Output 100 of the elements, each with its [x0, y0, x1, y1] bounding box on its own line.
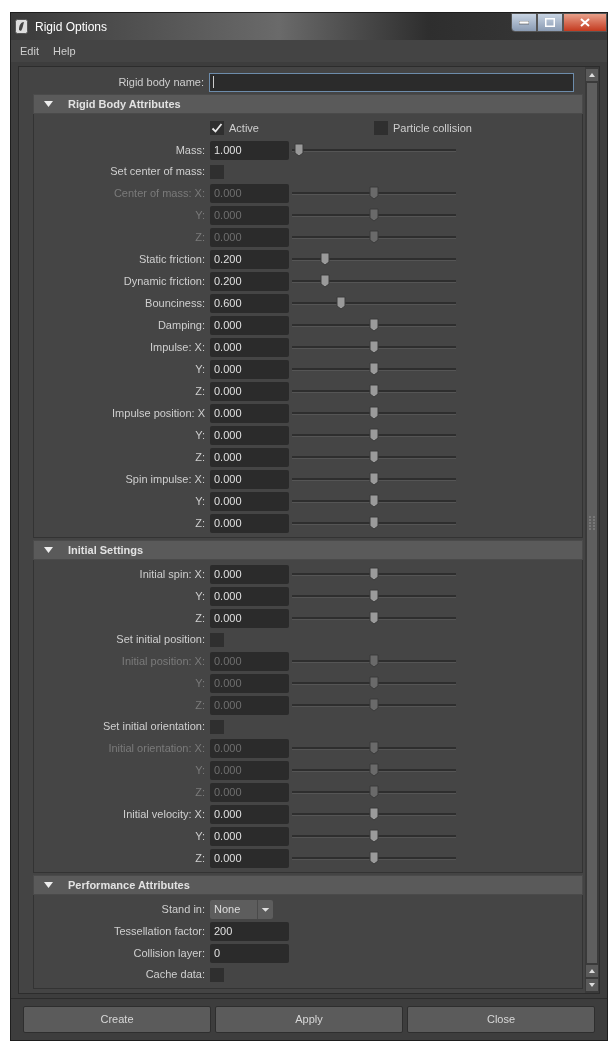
minimize-button[interactable] [511, 13, 537, 32]
field-label: Set initial orientation: [102, 719, 205, 735]
field-label: Y: [195, 361, 205, 377]
number-field[interactable]: 0.000 [210, 513, 289, 533]
field-label: Bounciness: [145, 295, 205, 311]
number-field[interactable]: 0.000 [210, 848, 289, 868]
menu-item[interactable]: Help [52, 42, 76, 60]
number-field[interactable]: 0.000 [210, 403, 289, 423]
slider-thumb[interactable] [293, 143, 304, 157]
field-label: Rigid body name: [118, 74, 204, 90]
field-label: Dynamic friction: [123, 273, 205, 289]
slider-thumb[interactable] [369, 406, 379, 420]
number-field[interactable]: 0.000 [210, 337, 289, 357]
checkbox-label: Particle collision [393, 120, 472, 136]
field-label: Cache data: [145, 967, 205, 983]
slider-thumb[interactable] [369, 340, 379, 354]
slider-thumb[interactable] [369, 428, 379, 442]
number-field[interactable]: 200 [210, 921, 289, 941]
number-field[interactable]: 0.000 [210, 447, 289, 467]
number-field[interactable]: 0.000 [210, 425, 289, 445]
slider-thumb[interactable] [369, 472, 379, 486]
maximize-button[interactable] [537, 13, 563, 32]
field-label: Spin impulse: X: [125, 471, 205, 487]
slider-thumb[interactable] [369, 829, 379, 843]
field-label: Static friction: [138, 251, 205, 267]
field-label: Set center of mass: [110, 164, 205, 180]
scrollbar[interactable] [585, 67, 599, 993]
field-label: Z: [195, 610, 205, 626]
slider-thumb[interactable] [319, 274, 330, 288]
number-field[interactable]: 0.000 [210, 359, 289, 379]
field-label: Y: [195, 493, 205, 509]
slider-thumb[interactable] [369, 851, 379, 865]
field-label: Mass: [175, 142, 205, 158]
checkbox[interactable] [210, 121, 224, 135]
scroll-thumb[interactable] [587, 83, 597, 963]
number-field[interactable]: 0.000 [210, 315, 289, 335]
grip-icon [589, 516, 595, 530]
slider-thumb[interactable] [369, 807, 379, 821]
text-field[interactable] [209, 72, 574, 92]
slider-thumb[interactable] [369, 494, 379, 508]
dialog-button[interactable]: Close [407, 1006, 595, 1033]
scroll-up-icon[interactable] [586, 965, 598, 977]
number-field[interactable]: 0.000 [210, 804, 289, 824]
number-field[interactable]: 0.000 [210, 608, 289, 628]
field-label: Z: [195, 850, 205, 866]
close-button[interactable] [563, 13, 607, 32]
app-icon [15, 19, 28, 34]
section-header[interactable]: Performance Attributes [33, 875, 583, 895]
slider-thumb[interactable] [369, 611, 379, 625]
field-label: Y: [195, 588, 205, 604]
number-field[interactable]: 1.000 [210, 140, 289, 160]
section-header[interactable]: Rigid Body Attributes [33, 94, 583, 114]
number-field[interactable]: 0.000 [210, 469, 289, 489]
field-label: Z: [195, 515, 205, 531]
dialog-button[interactable]: Create [23, 1006, 211, 1033]
number-field[interactable]: 0.200 [210, 271, 289, 291]
number-field[interactable]: 0 [210, 943, 289, 963]
slider-thumb[interactable] [369, 589, 379, 603]
triangle-icon [44, 100, 53, 108]
minimize-icon [519, 20, 529, 25]
field-label: Damping: [157, 317, 205, 333]
field-label: Initial spin: X: [139, 566, 205, 582]
number-field[interactable]: 0.200 [210, 249, 289, 269]
field-label: Collision layer: [133, 945, 205, 961]
dropdown[interactable]: None [210, 899, 273, 919]
slider-thumb[interactable] [319, 252, 330, 266]
field-label: Z: [195, 383, 205, 399]
slider-thumb[interactable] [369, 450, 379, 464]
field-label: Impulse: X: [149, 339, 205, 355]
dialog-button[interactable]: Apply [215, 1006, 403, 1033]
number-field[interactable]: 0.000 [210, 491, 289, 511]
window-title: Rigid Options [35, 18, 108, 36]
field-label: Stand in: [161, 901, 205, 917]
scroll-down-icon[interactable] [586, 979, 598, 991]
field-label: Initial velocity: X: [123, 806, 205, 822]
close-icon [580, 18, 590, 27]
slider-thumb[interactable] [369, 567, 379, 581]
number-field[interactable]: 0.000 [210, 381, 289, 401]
triangle-icon [44, 881, 53, 889]
checkbox-label: Active [229, 120, 259, 136]
scroll-up-icon[interactable] [586, 69, 598, 81]
slider-thumb[interactable] [369, 516, 379, 530]
maximize-icon [545, 18, 555, 27]
number-field[interactable]: 0.000 [210, 586, 289, 606]
menu-item[interactable]: Edit [20, 42, 39, 60]
field-label: Y: [195, 828, 205, 844]
slider-thumb[interactable] [369, 362, 379, 376]
field-label: Impulse position: X [112, 405, 205, 421]
slider-thumb[interactable] [369, 384, 379, 398]
number-field[interactable]: 0.000 [210, 564, 289, 584]
number-field[interactable]: 0.600 [210, 293, 289, 313]
field-label: Set initial position: [116, 632, 205, 648]
field-label: Y: [195, 427, 205, 443]
slider-thumb[interactable] [336, 296, 347, 310]
triangle-icon [44, 546, 53, 554]
field-label: Z: [195, 449, 205, 465]
slider-thumb[interactable] [369, 318, 379, 332]
section-header[interactable]: Initial Settings [33, 540, 583, 560]
number-field[interactable]: 0.000 [210, 826, 289, 846]
field-label: Tessellation factor: [113, 923, 205, 939]
